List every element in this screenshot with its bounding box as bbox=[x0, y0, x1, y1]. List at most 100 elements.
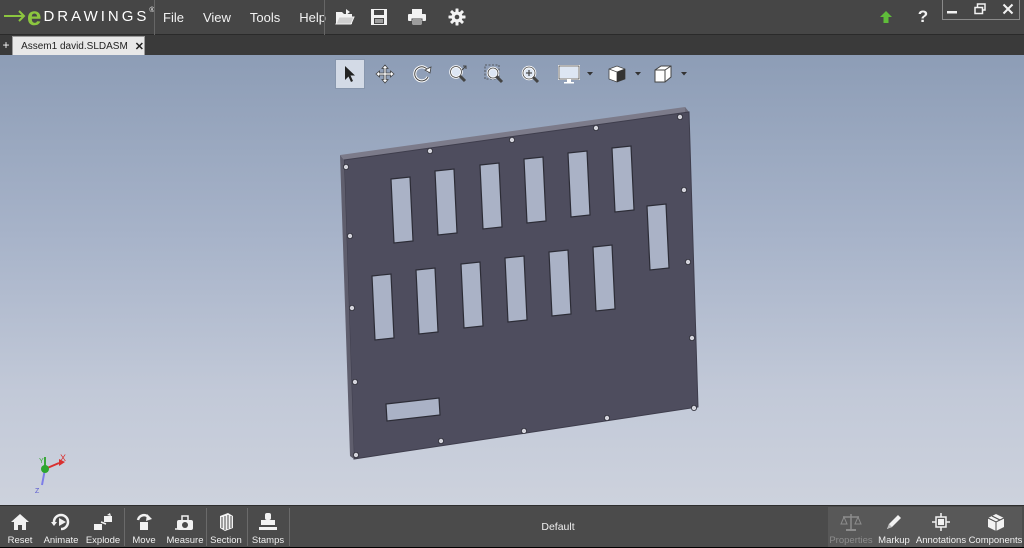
triad-y-label: Y bbox=[39, 458, 44, 465]
divider bbox=[154, 0, 155, 35]
move-button[interactable]: Move bbox=[128, 506, 160, 548]
explode-icon bbox=[92, 512, 114, 532]
model-plate[interactable] bbox=[0, 55, 1024, 505]
help-icon: ? bbox=[918, 7, 928, 27]
properties-label: Properties bbox=[829, 535, 872, 546]
print-button[interactable] bbox=[406, 6, 428, 28]
orientation-triad: X Y Z bbox=[30, 453, 70, 497]
minimize-icon bbox=[946, 3, 958, 15]
close-icon bbox=[1002, 3, 1014, 15]
save-button[interactable] bbox=[368, 6, 390, 28]
stamps-button[interactable]: Stamps bbox=[250, 506, 286, 548]
hole bbox=[352, 379, 357, 384]
properties-button[interactable]: Properties bbox=[829, 506, 873, 548]
explode-label: Explode bbox=[86, 535, 120, 546]
menu-tools[interactable]: Tools bbox=[250, 10, 280, 25]
menu-help[interactable]: Help bbox=[299, 10, 326, 25]
hole bbox=[349, 305, 354, 310]
update-button[interactable] bbox=[875, 6, 897, 28]
cutout bbox=[593, 245, 615, 311]
minimize-button[interactable] bbox=[938, 0, 966, 18]
divider bbox=[247, 508, 248, 546]
triad-x-label: X bbox=[60, 453, 66, 463]
explode-button[interactable]: Explode bbox=[86, 506, 120, 548]
reset-button[interactable]: Reset bbox=[4, 506, 36, 548]
cutout bbox=[612, 146, 634, 212]
measure-button[interactable]: Measure bbox=[166, 506, 204, 548]
tab-close-button[interactable]: ✕ bbox=[135, 40, 144, 53]
hole bbox=[689, 335, 694, 340]
cutout bbox=[549, 250, 571, 316]
annotations-button[interactable]: Annotations bbox=[915, 506, 967, 548]
document-tab[interactable]: Assem1 david.SLDASM ✕ bbox=[12, 36, 145, 55]
close-button[interactable] bbox=[994, 0, 1022, 18]
hole bbox=[677, 114, 682, 119]
section-button[interactable]: Section bbox=[209, 506, 243, 548]
move-label: Move bbox=[132, 535, 155, 546]
cutout bbox=[568, 151, 590, 217]
print-icon bbox=[407, 8, 427, 26]
menu-file[interactable]: File bbox=[163, 10, 184, 25]
save-icon bbox=[370, 8, 388, 26]
divider bbox=[324, 0, 325, 35]
settings-icon bbox=[448, 8, 466, 26]
hole bbox=[691, 405, 696, 410]
annotations-icon bbox=[930, 512, 952, 532]
hole bbox=[593, 125, 598, 130]
markup-pen-icon bbox=[884, 512, 904, 532]
graphics-viewport[interactable]: X Y Z bbox=[0, 55, 1024, 505]
components-label: Components bbox=[969, 535, 1023, 546]
properties-icon bbox=[840, 512, 862, 532]
cutout bbox=[505, 256, 527, 322]
document-tab-label: Assem1 david.SLDASM bbox=[21, 41, 128, 52]
components-button[interactable]: Components bbox=[969, 506, 1022, 548]
move-icon bbox=[134, 512, 154, 532]
hole bbox=[438, 438, 443, 443]
bottom-toolbar: Reset Animate Explode Move bbox=[0, 505, 1024, 547]
settings-button[interactable] bbox=[446, 6, 468, 28]
menu-bar: File View Tools Help bbox=[163, 0, 345, 35]
measure-icon bbox=[174, 512, 196, 532]
hole bbox=[353, 452, 358, 457]
new-tab-button[interactable]: + bbox=[1, 38, 11, 52]
logo-letter: e bbox=[27, 4, 41, 28]
animate-icon bbox=[50, 512, 72, 532]
restore-icon bbox=[974, 3, 986, 15]
hole bbox=[681, 187, 686, 192]
help-button[interactable]: ? bbox=[912, 6, 934, 28]
edrawings-logo: e DRAWINGS ® bbox=[4, 4, 155, 28]
cutout bbox=[435, 169, 457, 235]
cutout bbox=[647, 204, 669, 270]
home-icon bbox=[10, 512, 30, 532]
cutout bbox=[524, 157, 546, 223]
logo-text: DRAWINGS bbox=[43, 8, 149, 25]
triad-z-label: Z bbox=[35, 488, 40, 495]
hole bbox=[347, 233, 352, 238]
hole bbox=[509, 137, 514, 142]
title-bar: e DRAWINGS ® File View Tools Help bbox=[0, 0, 1024, 35]
open-icon bbox=[335, 8, 355, 26]
hole bbox=[521, 428, 526, 433]
open-button[interactable] bbox=[334, 6, 356, 28]
cutout bbox=[372, 274, 394, 340]
stamps-icon bbox=[258, 512, 278, 532]
hole bbox=[604, 415, 609, 420]
animate-button[interactable]: Animate bbox=[42, 506, 80, 548]
components-icon bbox=[985, 512, 1007, 532]
divider bbox=[289, 508, 290, 546]
animate-label: Animate bbox=[44, 535, 79, 546]
menu-view[interactable]: View bbox=[203, 10, 231, 25]
markup-button[interactable]: Markup bbox=[875, 506, 913, 548]
document-tab-strip: + Assem1 david.SLDASM ✕ bbox=[0, 35, 1024, 55]
cutout bbox=[480, 163, 502, 229]
markup-label: Markup bbox=[878, 535, 910, 546]
section-label: Section bbox=[210, 535, 242, 546]
reset-label: Reset bbox=[8, 535, 33, 546]
restore-button[interactable] bbox=[966, 0, 994, 18]
measure-label: Measure bbox=[167, 535, 204, 546]
divider bbox=[124, 508, 125, 546]
configuration-name[interactable]: Default bbox=[505, 521, 611, 533]
update-arrow-icon bbox=[879, 10, 893, 24]
window-controls bbox=[938, 0, 1022, 20]
hole bbox=[685, 259, 690, 264]
